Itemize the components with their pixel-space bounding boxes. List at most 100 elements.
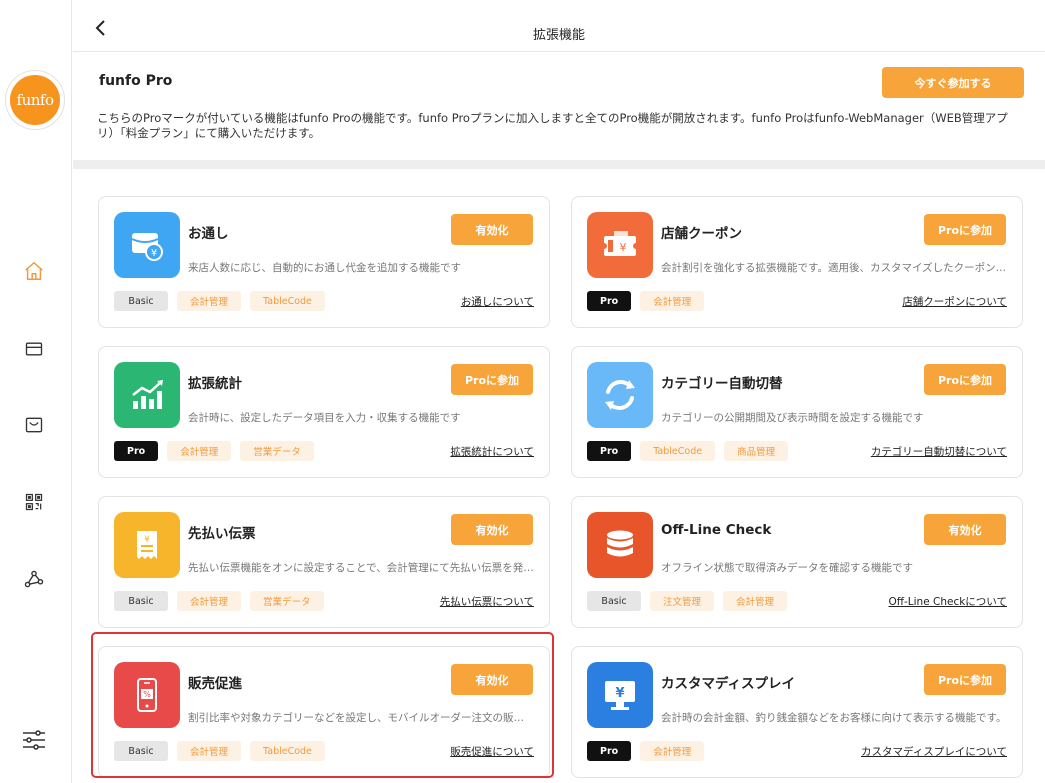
card-title: 拡張統計 xyxy=(188,376,242,392)
card-description: 会計時に、設定したデータ項目を入力・収集する機能です xyxy=(188,412,461,424)
enable-button[interactable]: 有効化 xyxy=(451,664,533,695)
tag-basic: Basic xyxy=(114,591,168,611)
tag-list: Basic 会計管理 TableCode xyxy=(114,291,325,311)
card-description: オフライン状態で取得済みデータを確認する機能です xyxy=(661,562,913,574)
card-title: Off-Line Check xyxy=(661,522,772,538)
tag-category: 会計管理 xyxy=(640,741,705,761)
section-divider xyxy=(73,160,1045,169)
extension-card-stats: 拡張統計 Proに参加 会計時に、設定したデータ項目を入力・収集する機能です P… xyxy=(98,346,550,478)
enable-button[interactable]: 有効化 xyxy=(451,214,533,245)
tag-basic: Basic xyxy=(587,591,641,611)
store-icon[interactable] xyxy=(20,411,48,439)
header: 拡張機能 xyxy=(73,0,1045,52)
network-icon[interactable] xyxy=(20,565,48,593)
tag-category: 商品管理 xyxy=(724,441,789,461)
card-title: 先払い伝票 xyxy=(188,526,256,542)
card-title: 店舗クーポン xyxy=(661,226,742,242)
receipt-icon: ¥ xyxy=(114,512,180,578)
refresh-icon xyxy=(587,362,653,428)
card-icon[interactable] xyxy=(20,335,48,363)
svg-text:¥: ¥ xyxy=(615,686,624,701)
card-description: 割引比率や対象カテゴリーなどを設定し、モバイルオーダー注文の販売を促進します xyxy=(188,712,534,724)
tag-category: 会計管理 xyxy=(177,741,242,761)
card-description: カテゴリーの公開期間及び表示時間を設定する機能です xyxy=(661,412,924,424)
extension-card-coupon: ¥ 店舗クーポン Proに参加 会計割引を強化する拡張機能です。適用後、カスタマ… xyxy=(571,196,1023,328)
mobile-discount-icon: % xyxy=(114,662,180,728)
tag-category: 営業データ xyxy=(240,441,314,461)
svg-text:¥: ¥ xyxy=(620,241,627,254)
about-link[interactable]: お通しについて xyxy=(461,294,534,309)
tag-list: Basic 会計管理 TableCode xyxy=(114,741,325,761)
tag-pro: Pro xyxy=(587,441,632,461)
tag-category: TableCode xyxy=(640,441,716,461)
card-description: 会計割引を強化する拡張機能です。適用後、カスタマイズしたクーポンを発行できます xyxy=(661,262,1007,274)
enable-button[interactable]: 有効化 xyxy=(924,514,1006,545)
card-description: 会計時の会計金額、釣り銭金額などをお客様に向けて表示する機能です。 xyxy=(661,712,1007,724)
card-title: カスタマディスプレイ xyxy=(661,676,796,692)
otoshi-icon: ¥ xyxy=(114,212,180,278)
tag-list: Pro 会計管理 xyxy=(587,741,705,761)
card-title: 販売促進 xyxy=(188,676,242,692)
pro-title: funfo Pro xyxy=(99,73,173,89)
app: funfo 拡張機能 funfo Pro 今すぐ参加する こちらのProマークが… xyxy=(0,0,1045,783)
coupon-icon: ¥ xyxy=(587,212,653,278)
svg-text:%: % xyxy=(143,690,151,699)
tag-category: TableCode xyxy=(250,741,325,761)
about-link[interactable]: 先払い伝票について xyxy=(440,594,534,609)
tag-category: 営業データ xyxy=(250,591,324,611)
join-pro-card-button[interactable]: Proに参加 xyxy=(924,214,1006,245)
tag-category: 会計管理 xyxy=(640,291,705,311)
extension-card-category-switch: カテゴリー自動切替 Proに参加 カテゴリーの公開期間及び表示時間を設定する機能… xyxy=(571,346,1023,478)
svg-text:¥: ¥ xyxy=(144,535,150,545)
card-title: カテゴリー自動切替 xyxy=(661,376,783,392)
svg-text:¥: ¥ xyxy=(151,248,157,259)
join-pro-card-button[interactable]: Proに参加 xyxy=(924,664,1006,695)
tag-category: 会計管理 xyxy=(723,591,788,611)
tag-category: 会計管理 xyxy=(177,591,242,611)
sidebar: funfo xyxy=(0,0,72,783)
card-description: 先払い伝票機能をオンに設定することで、会計管理にて先払い伝票を発行できます xyxy=(188,562,534,574)
extension-card-prepay: ¥ 先払い伝票 有効化 先払い伝票機能をオンに設定することで、会計管理にて先払い… xyxy=(98,496,550,628)
qr-code-icon[interactable] xyxy=(20,488,48,516)
tag-category: 注文管理 xyxy=(650,591,715,611)
tag-category: 会計管理 xyxy=(177,291,242,311)
tag-list: Basic 注文管理 会計管理 xyxy=(587,591,788,611)
enable-button[interactable]: 有効化 xyxy=(451,514,533,545)
pro-banner: funfo Pro 今すぐ参加する こちらのProマークが付いている機能はfun… xyxy=(73,53,1045,161)
join-pro-card-button[interactable]: Proに参加 xyxy=(924,364,1006,395)
join-pro-button[interactable]: 今すぐ参加する xyxy=(882,67,1024,98)
tag-basic: Basic xyxy=(114,291,168,311)
database-icon xyxy=(587,512,653,578)
tag-pro: Pro xyxy=(114,441,159,461)
extension-card-offline-check: Off-Line Check 有効化 オフライン状態で取得済みデータを確認する機… xyxy=(571,496,1023,628)
extension-card-promotion: % 販売促進 有効化 割引比率や対象カテゴリーなどを設定し、モバイルオーダー注文… xyxy=(98,646,550,778)
settings-sliders-icon[interactable] xyxy=(20,726,48,754)
extension-card-otoshi: ¥ お通し 有効化 来店人数に応じ、自動的にお通し代金を追加する機能です Bas… xyxy=(98,196,550,328)
card-title: お通し xyxy=(188,226,229,242)
logo-text: funfo xyxy=(10,75,60,125)
tag-list: Pro TableCode 商品管理 xyxy=(587,441,789,461)
tag-category: 会計管理 xyxy=(167,441,232,461)
about-link[interactable]: カスタマディスプレイについて xyxy=(861,744,1007,759)
home-icon[interactable] xyxy=(20,257,48,285)
tag-pro: Pro xyxy=(587,741,632,761)
stats-chart-icon xyxy=(114,362,180,428)
about-link[interactable]: カテゴリー自動切替について xyxy=(871,444,1007,459)
funfo-logo: funfo xyxy=(5,70,65,130)
about-link[interactable]: 拡張統計について xyxy=(450,444,534,459)
card-description: 来店人数に応じ、自動的にお通し代金を追加する機能です xyxy=(188,262,461,274)
monitor-yen-icon: ¥ xyxy=(587,662,653,728)
tag-list: Pro 会計管理 営業データ xyxy=(114,441,314,461)
join-pro-card-button[interactable]: Proに参加 xyxy=(451,364,533,395)
about-link[interactable]: Off-Line Checkについて xyxy=(889,594,1008,609)
pro-description: こちらのProマークが付いている機能はfunfo Proの機能です。funfo … xyxy=(97,111,1008,140)
tag-list: Pro 会計管理 xyxy=(587,291,705,311)
tag-category: TableCode xyxy=(250,291,325,311)
about-link[interactable]: 販売促進について xyxy=(450,744,534,759)
about-link[interactable]: 店舗クーポンについて xyxy=(902,294,1007,309)
page-title: 拡張機能 xyxy=(532,28,585,43)
extension-card-customer-display: ¥ カスタマディスプレイ Proに参加 会計時の会計金額、釣り銭金額などをお客様… xyxy=(571,646,1023,778)
tag-list: Basic 会計管理 営業データ xyxy=(114,591,324,611)
tag-basic: Basic xyxy=(114,741,168,761)
tag-pro: Pro xyxy=(587,291,632,311)
